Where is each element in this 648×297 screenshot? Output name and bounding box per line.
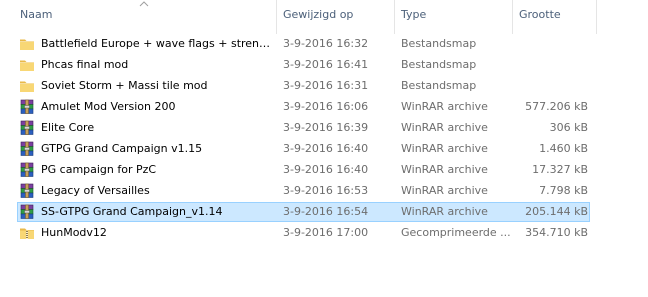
winrar-archive-icon	[19, 162, 37, 178]
file-type: Bestandsmap	[401, 58, 477, 71]
file-row[interactable]: HunModv12 3-9-2016 17:00 Gecomprimeerde ..…	[17, 223, 590, 243]
file-size: 7.798 kB	[539, 184, 588, 197]
file-type: WinRAR archive	[401, 184, 488, 197]
file-type: WinRAR archive	[401, 163, 488, 176]
file-size: 306 kB	[549, 121, 588, 134]
file-modified-date: 3-9-2016 16:54	[283, 205, 369, 218]
file-type: WinRAR archive	[401, 100, 488, 113]
file-name: Amulet Mod Version 200	[41, 100, 176, 113]
file-name: SS-GTPG Grand Campaign_v1.14	[41, 205, 223, 218]
file-row[interactable]: Battlefield Europe + wave flags + streng…	[17, 34, 590, 54]
file-name: HunModv12	[41, 226, 107, 239]
file-row[interactable]: Soviet Storm + Massi tile mod 3-9-2016 16…	[17, 76, 590, 96]
winrar-archive-icon	[19, 120, 37, 136]
file-type: Gecomprimeerde ...	[401, 226, 511, 239]
winrar-archive-icon	[19, 204, 37, 220]
file-modified-date: 3-9-2016 16:31	[283, 79, 369, 92]
folder-icon	[19, 78, 37, 94]
column-header-empty	[596, 0, 648, 34]
file-size: 205.144 kB	[525, 205, 588, 218]
file-row[interactable]: Amulet Mod Version 200 3-9-2016 16:06 WinR…	[17, 97, 590, 117]
file-modified-date: 3-9-2016 16:41	[283, 58, 369, 71]
file-modified-date: 3-9-2016 16:40	[283, 163, 369, 176]
file-size: 17.327 kB	[532, 163, 588, 176]
file-name: GTPG Grand Campaign v1.15	[41, 142, 203, 155]
file-name: Elite Core	[41, 121, 95, 134]
file-modified-date: 3-9-2016 17:00	[283, 226, 369, 239]
file-row[interactable]: SS-GTPG Grand Campaign_v1.14 3-9-2016 16:…	[17, 202, 590, 222]
file-name: Soviet Storm + Massi tile mod	[41, 79, 208, 92]
file-modified-date: 3-9-2016 16:40	[283, 142, 369, 155]
file-row[interactable]: GTPG Grand Campaign v1.15 3-9-2016 16:40 W…	[17, 139, 590, 159]
file-name: PG campaign for PzC	[41, 163, 157, 176]
column-header-bar: Naam Gewijzigd op Type Grootte	[0, 0, 648, 34]
file-name: Battlefield Europe + wave flags + streng…	[41, 37, 273, 50]
winrar-archive-icon	[19, 183, 37, 199]
file-modified-date: 3-9-2016 16:39	[283, 121, 369, 134]
column-header-size[interactable]: Grootte	[512, 0, 596, 34]
file-type: WinRAR archive	[401, 121, 488, 134]
file-type: Bestandsmap	[401, 37, 477, 50]
winrar-archive-icon	[19, 99, 37, 115]
column-header-name[interactable]: Naam	[0, 0, 276, 34]
file-modified-date: 3-9-2016 16:53	[283, 184, 369, 197]
column-header-type[interactable]: Type	[394, 0, 512, 34]
file-row[interactable]: PG campaign for PzC 3-9-2016 16:40 WinRAR …	[17, 160, 590, 180]
file-size: 577.206 kB	[525, 100, 588, 113]
file-size: 354.710 kB	[525, 226, 588, 239]
winrar-archive-icon	[19, 141, 37, 157]
file-row[interactable]: Legacy of Versailles 3-9-2016 16:53 WinRAR…	[17, 181, 590, 201]
file-type: Bestandsmap	[401, 79, 477, 92]
zip-folder-icon	[19, 225, 37, 241]
file-size	[513, 35, 588, 53]
file-type: WinRAR archive	[401, 142, 488, 155]
folder-icon	[19, 57, 37, 73]
column-header-date[interactable]: Gewijzigd op	[276, 0, 394, 34]
folder-icon	[19, 36, 37, 52]
file-type: WinRAR archive	[401, 205, 488, 218]
file-modified-date: 3-9-2016 16:06	[283, 100, 369, 113]
file-size	[513, 56, 588, 74]
file-row[interactable]: Elite Core 3-9-2016 16:39 WinRAR archive 30…	[17, 118, 590, 138]
file-size	[513, 77, 588, 95]
file-modified-date: 3-9-2016 16:32	[283, 37, 369, 50]
file-name: Phcas final mod	[41, 58, 129, 71]
file-row[interactable]: Phcas final mod 3-9-2016 16:41 Bestandsmap	[17, 55, 590, 75]
file-size: 1.460 kB	[539, 142, 588, 155]
file-name: Legacy of Versailles	[41, 184, 150, 197]
